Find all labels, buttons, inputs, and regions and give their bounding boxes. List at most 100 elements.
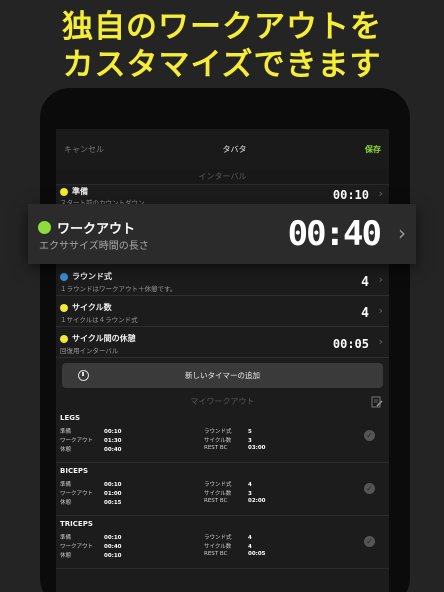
cancel-button[interactable]: キャンセル bbox=[64, 144, 104, 155]
stat-label: 準備 bbox=[60, 535, 72, 541]
setting-row-workout[interactable]: ワークアウト エクササイズ時間の長さ 00:40 › bbox=[28, 204, 416, 264]
select-check-icon[interactable]: ✓ bbox=[364, 536, 375, 547]
stat-value: 00:40 bbox=[104, 447, 122, 453]
row-value: 00:40 bbox=[287, 214, 382, 254]
stat-label: 準備 bbox=[60, 482, 72, 488]
page-title: タバタ bbox=[222, 144, 247, 154]
stat-value: 03:00 bbox=[248, 445, 266, 451]
chevron-right-icon: › bbox=[378, 335, 383, 348]
stat-label: ワークアウト bbox=[60, 491, 94, 497]
stat-value: 02:00 bbox=[248, 498, 266, 504]
headline-line-1: 独自のワークアウトを bbox=[62, 9, 382, 45]
add-timer-button[interactable]: 新しいタイマーの追加 bbox=[62, 363, 383, 388]
status-dot-icon bbox=[60, 334, 68, 343]
row-title-text: サイクル間の休憩 bbox=[72, 334, 136, 343]
stat-value: 00:40 bbox=[104, 544, 122, 550]
stat-value: 01:30 bbox=[104, 438, 122, 444]
workout-name: TRICEPS bbox=[60, 520, 93, 528]
status-dot-icon bbox=[60, 303, 68, 312]
workout-stat: 休憩 00:10 bbox=[60, 551, 122, 559]
stat-value: 01:00 bbox=[104, 491, 122, 497]
workout-name: LEGS bbox=[60, 414, 81, 422]
chevron-right-icon: › bbox=[378, 187, 383, 200]
stat-label: 準備 bbox=[60, 429, 72, 435]
stat-label: サイクル数 bbox=[204, 491, 232, 497]
workout-stat: 休憩 00:15 bbox=[60, 498, 122, 506]
stat-label: ラウンド式 bbox=[204, 429, 232, 435]
workout-stat: ラウンド式 4 bbox=[204, 480, 252, 488]
row-subtitle: １ラウンドはワークアウト＋休憩です。 bbox=[60, 285, 177, 293]
row-title-text: ワークアウト bbox=[57, 222, 136, 237]
row-subtitle: エクササイズ時間の長さ bbox=[39, 241, 149, 252]
workout-stat: REST BC 00:05 bbox=[204, 551, 266, 557]
status-dot-icon bbox=[60, 187, 68, 196]
stat-label: REST BC bbox=[204, 551, 228, 557]
workout-stat: ワークアウト 01:00 bbox=[60, 489, 122, 497]
stat-label: サイクル数 bbox=[204, 544, 232, 550]
row-title-text: ラウンド式 bbox=[72, 272, 112, 281]
interval-section-header: インターバル bbox=[56, 169, 389, 185]
stat-label: サイクル数 bbox=[204, 438, 232, 444]
stat-label: REST BC bbox=[204, 445, 228, 451]
stat-value: 00:10 bbox=[104, 482, 122, 488]
stat-value: 4 bbox=[248, 482, 252, 488]
workout-stat: REST BC 02:00 bbox=[204, 498, 266, 504]
edit-icon[interactable] bbox=[371, 396, 383, 408]
workout-card[interactable]: LEGS 準備 00:10 ワークアウト 01:30 休憩 00:40 ラウンド式 5 サイクル数… bbox=[56, 411, 389, 463]
workout-stat: ワークアウト 01:30 bbox=[60, 436, 122, 444]
workout-card[interactable]: TRICEPS 準備 00:10 ワークアウト 00:40 休憩 00:10 ラウンド式 4 サイ… bbox=[56, 517, 389, 569]
chevron-right-icon: › bbox=[378, 273, 383, 286]
row-subtitle: １サイクルは４ラウンド式 bbox=[60, 316, 138, 324]
stat-label: 休憩 bbox=[60, 447, 72, 453]
status-dot-icon bbox=[38, 221, 51, 234]
stat-value: 00:10 bbox=[104, 429, 122, 435]
workout-name: BICEPS bbox=[60, 467, 89, 475]
stat-value: 3 bbox=[248, 491, 252, 497]
row-value: 4 bbox=[361, 306, 369, 321]
setting-row-rounds[interactable]: ラウンド式 １ラウンドはワークアウト＋休憩です。 4 › bbox=[56, 266, 389, 296]
row-title: ラウンド式 bbox=[60, 271, 112, 282]
stat-value: 4 bbox=[248, 535, 252, 541]
my-workouts-header: マイワークアウト bbox=[190, 397, 255, 406]
promo-headline: 独自のワークアウトを カスタマイズできます bbox=[0, 8, 444, 84]
setting-row-cycles[interactable]: サイクル数 １サイクルは４ラウンド式 4 › bbox=[56, 297, 389, 327]
row-title-text: 準備 bbox=[72, 187, 88, 196]
workout-card[interactable]: BICEPS 準備 00:10 ワークアウト 01:00 休憩 00:15 ラウンド式 4 サイク… bbox=[56, 464, 389, 516]
stat-value: 00:10 bbox=[104, 553, 122, 559]
chevron-right-icon: › bbox=[378, 304, 383, 317]
setting-row-cycle-rest[interactable]: サイクル間の休憩 回復用インターバル 00:05 › bbox=[56, 328, 389, 358]
stat-label: ワークアウト bbox=[60, 438, 94, 444]
row-subtitle: 回復用インターバル bbox=[60, 347, 119, 355]
row-value: 4 bbox=[361, 275, 369, 290]
workout-stat: サイクル数 4 bbox=[204, 542, 252, 550]
row-title: サイクル間の休憩 bbox=[60, 333, 136, 344]
stat-value: 00:05 bbox=[248, 551, 266, 557]
chevron-right-icon: › bbox=[398, 221, 406, 245]
row-title: サイクル数 bbox=[60, 302, 112, 313]
select-check-icon[interactable]: ✓ bbox=[364, 430, 375, 441]
stat-label: 休憩 bbox=[60, 553, 72, 559]
add-timer-label: 新しいタイマーの追加 bbox=[185, 371, 260, 380]
workout-stat: 休憩 00:40 bbox=[60, 445, 122, 453]
stat-value: 5 bbox=[248, 429, 252, 435]
workout-stat: 準備 00:10 bbox=[60, 533, 122, 541]
workout-stat: サイクル数 3 bbox=[204, 436, 252, 444]
workout-stat: ワークアウト 00:40 bbox=[60, 542, 122, 550]
stat-value: 00:15 bbox=[104, 500, 122, 506]
row-title-text: サイクル数 bbox=[72, 303, 112, 312]
app-screen: キャンセル タバタ 保存 インターバル 準備 スタート前のカウントダウン 00:… bbox=[56, 129, 389, 592]
workout-stat: サイクル数 3 bbox=[204, 489, 252, 497]
status-dot-icon bbox=[60, 272, 68, 281]
save-button[interactable]: 保存 bbox=[365, 144, 381, 155]
row-value: 00:05 bbox=[332, 337, 369, 351]
workout-stat: 準備 00:10 bbox=[60, 480, 122, 488]
headline-line-2: カスタマイズできます bbox=[62, 47, 382, 83]
stat-value: 00:10 bbox=[104, 535, 122, 541]
stat-value: 4 bbox=[248, 544, 252, 550]
stat-label: REST BC bbox=[204, 498, 228, 504]
select-check-icon[interactable]: ✓ bbox=[364, 483, 375, 494]
workout-stat: ラウンド式 4 bbox=[204, 533, 252, 541]
workout-stat: REST BC 03:00 bbox=[204, 445, 266, 451]
stat-label: ワークアウト bbox=[60, 544, 94, 550]
row-title: 準備 bbox=[60, 186, 88, 197]
